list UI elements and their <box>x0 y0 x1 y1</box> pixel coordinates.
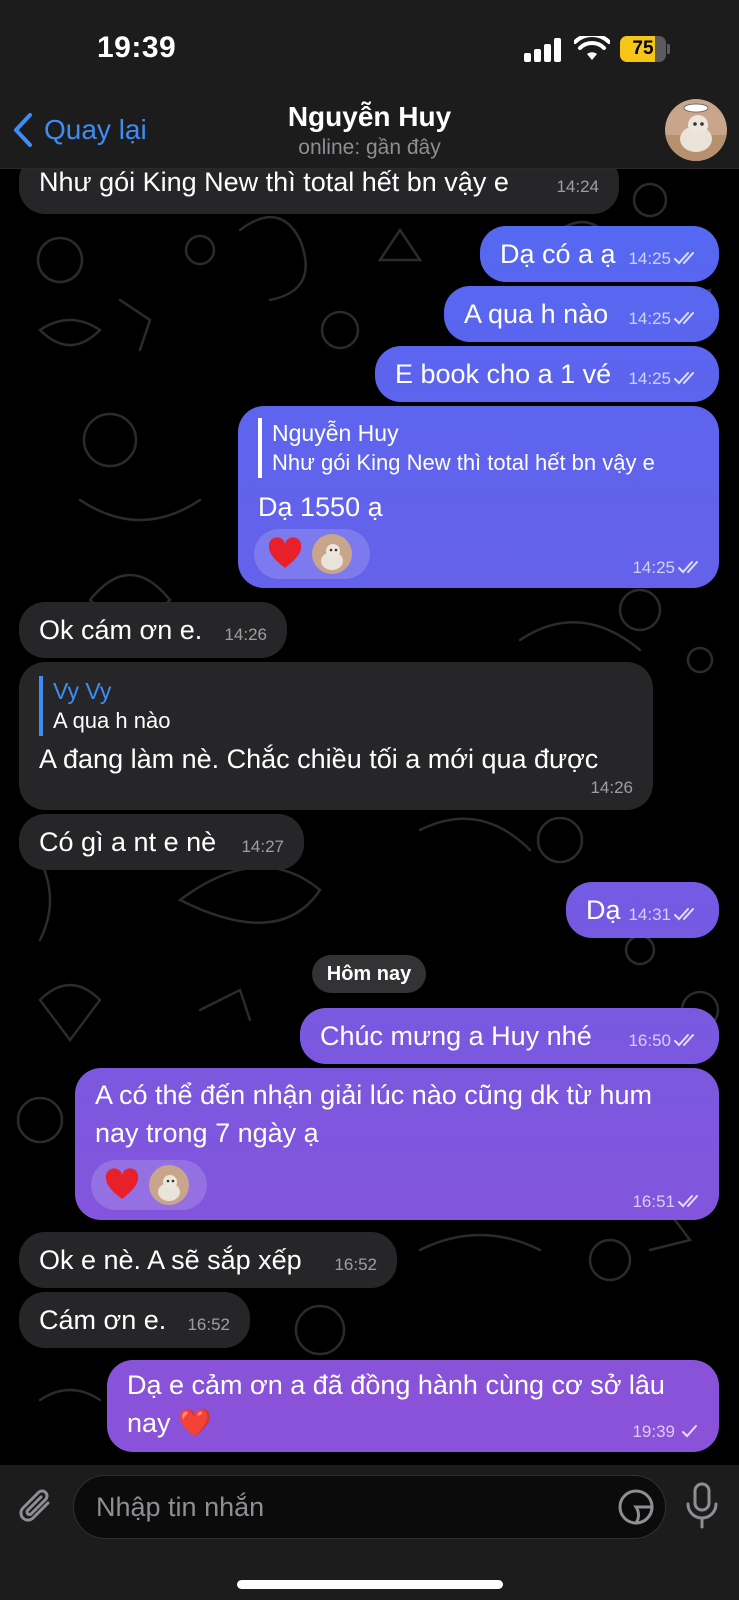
battery-indicator: 75 <box>620 36 670 62</box>
status-bar: 19:39 75 <box>0 0 739 96</box>
message-time: 16:52 <box>334 1255 377 1275</box>
heart-reaction-icon <box>105 1168 139 1199</box>
back-label: Quay lại <box>44 114 147 145</box>
outgoing-message[interactable]: Dạ 14:31 <box>566 882 719 938</box>
status-time: 19:39 <box>97 31 177 64</box>
message-timestamp: 16:52 <box>334 1255 377 1274</box>
message-time: 16:51 <box>632 1192 703 1212</box>
message-timestamp: 14:25 <box>628 369 671 388</box>
message-text: nay ❤️ <box>127 1408 212 1438</box>
double-check-icon <box>674 252 694 265</box>
reply-author: Nguyễn Huy <box>272 420 399 446</box>
incoming-message[interactable]: Vy Vy A qua h nào A đang làm nè. Chắc chiề… <box>19 662 653 810</box>
sticker-icon[interactable] <box>617 1488 655 1526</box>
message-timestamp: 16:50 <box>628 1031 671 1050</box>
date-separator: Hôm nay <box>312 955 426 993</box>
outgoing-message[interactable]: Chúc mưng a Huy nhé 16:50 <box>300 1008 719 1064</box>
message-text: Chúc mưng a Huy nhé <box>320 1021 592 1051</box>
message-text: Dạ có a ạ <box>500 239 616 269</box>
double-check-icon <box>678 561 698 574</box>
outgoing-message[interactable]: E book cho a 1 vé 14:25 <box>375 346 719 402</box>
incoming-message[interactable]: Cám ơn e. 16:52 <box>19 1292 250 1348</box>
reply-quote[interactable]: Nguyễn Huy Như gói King New thì total hết… <box>258 418 655 478</box>
heart-reaction-icon <box>268 537 302 568</box>
message-list[interactable]: Như gói King New thì total hết bn vậy e 1… <box>0 0 739 1600</box>
incoming-message[interactable]: Ok e nè. A sẽ sắp xếp 16:52 <box>19 1232 397 1288</box>
double-check-icon <box>674 372 694 385</box>
reaction-badge[interactable] <box>254 529 370 579</box>
outgoing-message[interactable]: Dạ e cảm ơn a đã đồng hành cùng cơ sở lâ… <box>107 1360 719 1452</box>
message-text: Cám ơn e. <box>39 1305 167 1335</box>
reaction-badge[interactable] <box>91 1160 207 1210</box>
message-timestamp: 16:51 <box>632 1192 675 1211</box>
incoming-message[interactable]: Có gì a nt e nè 14:27 <box>19 814 304 870</box>
message-time: 14:25 <box>632 558 703 578</box>
contact-avatar[interactable] <box>665 99 727 161</box>
message-text: Ok cám ơn e. <box>39 615 203 645</box>
message-text: Có gì a nt e nè <box>39 827 217 857</box>
outgoing-message[interactable]: Dạ có a ạ 14:25 <box>480 226 719 282</box>
message-text: A qua h nào <box>464 299 609 329</box>
message-timestamp: 14:25 <box>628 249 671 268</box>
message-text: Dạ e cảm ơn a đã đồng hành cùng cơ sở lâ… <box>127 1370 665 1400</box>
microphone-icon[interactable] <box>684 1482 720 1530</box>
message-text: nay trong 7 ngày ạ <box>95 1118 319 1148</box>
message-text: A có thể đến nhận giải lúc nào cũng dk t… <box>95 1080 652 1110</box>
message-time: 16:50 <box>628 1031 699 1051</box>
message-text: Dạ <box>586 895 621 925</box>
message-time: 19:39 <box>632 1422 703 1442</box>
battery-percent: 75 <box>632 38 654 59</box>
outgoing-message[interactable]: A có thể đến nhận giải lúc nào cũng dk t… <box>75 1068 719 1220</box>
message-time: 14:27 <box>241 837 284 857</box>
message-timestamp: 14:27 <box>241 837 284 856</box>
message-timestamp: 14:26 <box>590 778 633 797</box>
message-text: A đang làm nè. Chắc chiều tối a mới qua … <box>39 744 599 774</box>
reply-text: A qua h nào <box>53 708 171 733</box>
message-timestamp: 14:25 <box>632 558 675 577</box>
message-time: 16:52 <box>187 1315 230 1335</box>
chevron-left-icon <box>14 113 32 147</box>
message-text: Ok e nè. A sẽ sắp xếp <box>39 1245 302 1275</box>
message-time: 14:26 <box>590 778 633 798</box>
message-time: 14:26 <box>224 625 267 645</box>
message-time: 14:25 <box>628 249 699 269</box>
back-button[interactable]: Quay lại <box>12 110 147 150</box>
message-timestamp: 14:31 <box>628 905 671 924</box>
outgoing-message[interactable]: Nguyễn Huy Như gói King New thì total hết… <box>238 406 719 588</box>
check-icon <box>682 1425 697 1438</box>
message-timestamp: 14:26 <box>224 625 267 644</box>
message-time: 14:25 <box>628 369 699 389</box>
incoming-message[interactable]: Ok cám ơn e. 14:26 <box>19 602 287 658</box>
message-timestamp: 14:24 <box>556 177 599 196</box>
message-time: 14:24 <box>556 177 599 197</box>
message-text: Dạ 1550 ạ <box>258 492 383 522</box>
double-check-icon <box>674 908 694 921</box>
chat-header: Nguyễn Huy online: gần đây Quay lại <box>0 96 739 169</box>
double-check-icon <box>674 1034 694 1047</box>
reactor-avatar <box>149 1165 189 1205</box>
message-timestamp: 14:25 <box>628 309 671 328</box>
double-check-icon <box>678 1195 698 1208</box>
outgoing-message[interactable]: A qua h nào 14:25 <box>444 286 719 342</box>
reply-author: Vy Vy <box>53 678 112 704</box>
home-indicator[interactable] <box>237 1580 503 1589</box>
message-input-placeholder: Nhập tin nhắn <box>96 1492 265 1522</box>
reply-text: Như gói King New thì total hết bn vậy e <box>272 450 655 475</box>
wifi-icon <box>574 36 610 60</box>
message-timestamp: 19:39 <box>632 1422 675 1441</box>
message-input[interactable]: Nhập tin nhắn <box>73 1475 666 1539</box>
reactor-avatar <box>312 534 352 574</box>
reply-quote[interactable]: Vy Vy A qua h nào <box>39 676 170 736</box>
cellular-signal-icon <box>524 38 564 62</box>
message-time: 14:25 <box>628 309 699 329</box>
paperclip-icon[interactable] <box>16 1485 58 1529</box>
double-check-icon <box>674 312 694 325</box>
message-time: 14:31 <box>628 905 699 925</box>
message-text: E book cho a 1 vé <box>395 359 612 389</box>
message-timestamp: 16:52 <box>187 1315 230 1334</box>
